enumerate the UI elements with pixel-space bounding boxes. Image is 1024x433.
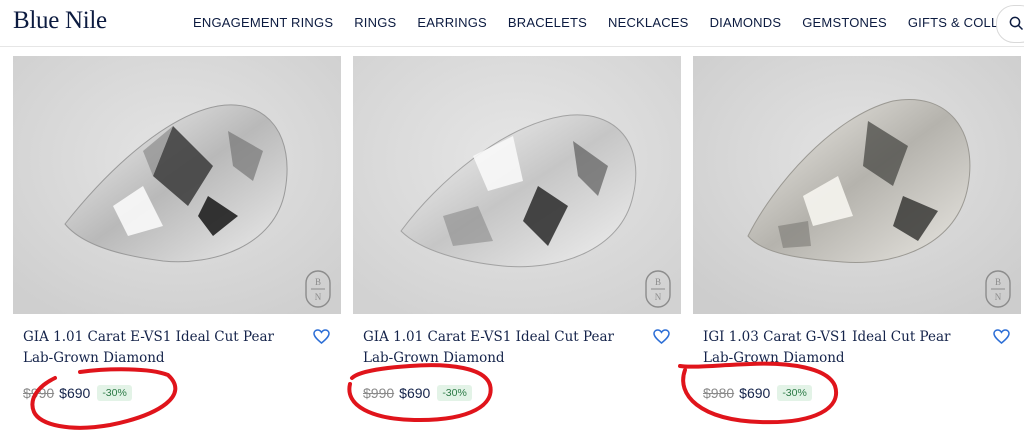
pear-diamond-image	[693, 56, 1021, 314]
monogram-n: N	[315, 292, 322, 302]
monogram-n: N	[995, 292, 1002, 302]
bn-monogram-icon: B N	[645, 270, 671, 308]
nav-rings[interactable]: RINGS	[354, 15, 396, 30]
discount-badge: -30%	[777, 385, 812, 401]
sale-price: $690	[59, 385, 91, 401]
product-image[interactable]: B N	[13, 56, 341, 314]
nav-necklaces[interactable]: NECKLACES	[608, 15, 689, 30]
product-title[interactable]: GIA 1.01 Carat E-VS1 Ideal Cut Pear Lab-…	[363, 327, 633, 369]
monogram-b: B	[995, 277, 1001, 287]
product-image[interactable]: B N	[353, 56, 681, 314]
search-button[interactable]	[996, 5, 1024, 43]
bn-monogram-icon: B N	[305, 270, 331, 308]
bn-monogram-icon: B N	[985, 270, 1011, 308]
price-row: $990 $690 -30%	[23, 385, 132, 401]
nav-engagement-rings[interactable]: ENGAGEMENT RINGS	[193, 15, 333, 30]
discount-badge: -30%	[437, 385, 472, 401]
nav-diamonds[interactable]: DIAMONDS	[710, 15, 782, 30]
nav-bracelets[interactable]: BRACELETS	[508, 15, 587, 30]
original-price: $990	[23, 385, 55, 401]
product-image[interactable]: B N	[693, 56, 1021, 314]
pear-diamond-image	[13, 56, 341, 314]
monogram-b: B	[315, 277, 321, 287]
price-row: $980 $690 -30%	[703, 385, 812, 401]
search-icon	[1009, 16, 1024, 31]
blue-nile-logo[interactable]: Blue Nile	[13, 7, 107, 35]
nav-gemstones[interactable]: GEMSTONES	[802, 15, 887, 30]
heart-icon[interactable]	[313, 329, 330, 344]
product-title[interactable]: GIA 1.01 Carat E-VS1 Ideal Cut Pear Lab-…	[23, 327, 293, 369]
discount-badge: -30%	[97, 385, 132, 401]
heart-icon[interactable]	[653, 329, 670, 344]
monogram-b: B	[655, 277, 661, 287]
original-price: $980	[703, 385, 735, 401]
heart-icon[interactable]	[993, 329, 1010, 344]
site-header: Blue Nile ENGAGEMENT RINGS RINGS EARRING…	[0, 0, 1024, 47]
monogram-n: N	[655, 292, 662, 302]
sale-price: $690	[399, 385, 431, 401]
sale-price: $690	[739, 385, 771, 401]
pear-diamond-image	[353, 56, 681, 314]
original-price: $990	[363, 385, 395, 401]
nav-earrings[interactable]: EARRINGS	[417, 15, 487, 30]
price-row: $990 $690 -30%	[363, 385, 472, 401]
main-nav: ENGAGEMENT RINGS RINGS EARRINGS BRACELET…	[193, 15, 1024, 30]
product-title[interactable]: IGI 1.03 Carat G-VS1 Ideal Cut Pear Lab-…	[703, 327, 973, 369]
